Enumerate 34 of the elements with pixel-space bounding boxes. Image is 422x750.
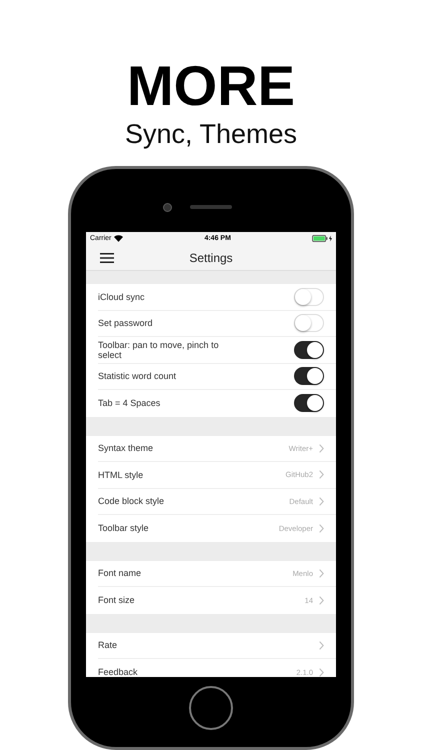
home-button[interactable] bbox=[189, 686, 233, 730]
setting-label: Font size bbox=[98, 595, 135, 606]
battery-icon bbox=[312, 235, 328, 242]
chevron-icon[interactable] bbox=[319, 568, 324, 578]
chevron-icon[interactable] bbox=[319, 470, 324, 480]
chevron-icon[interactable] bbox=[319, 640, 324, 650]
setting-label: Font name bbox=[98, 568, 142, 578]
setting-label: Feedback bbox=[98, 667, 138, 677]
setting-label: iCloud sync bbox=[98, 292, 145, 302]
chevron-icon[interactable] bbox=[319, 444, 324, 453]
subtitle: Sync, Themes bbox=[124, 118, 298, 150]
chevron-icon[interactable] bbox=[319, 496, 324, 506]
toggle-switch[interactable] bbox=[294, 394, 324, 412]
toggle-switch[interactable] bbox=[294, 367, 324, 386]
nav-title: Settings bbox=[188, 250, 234, 264]
setting-label: Toolbar: pan to move, pinch to select bbox=[98, 340, 220, 360]
chevron-icon[interactable] bbox=[319, 596, 324, 605]
chevron-icon[interactable] bbox=[319, 524, 324, 533]
camera-icon bbox=[163, 203, 172, 212]
setting-label: Tab = 4 Spaces bbox=[98, 398, 160, 408]
setting-label: Syntax theme bbox=[98, 443, 154, 454]
charging-icon bbox=[328, 235, 332, 242]
setting-label: Statistic word count bbox=[98, 371, 176, 382]
setting-label: HTML style bbox=[98, 470, 144, 480]
toggle-switch[interactable] bbox=[294, 340, 324, 359]
setting-label: Rate bbox=[98, 640, 118, 650]
setting-label: Set password bbox=[98, 318, 153, 328]
setting-label: Code block style bbox=[98, 496, 164, 506]
setting-label: Toolbar style bbox=[98, 523, 149, 534]
menu-icon[interactable] bbox=[100, 252, 114, 262]
chevron-icon[interactable] bbox=[319, 668, 324, 677]
speaker-icon bbox=[190, 205, 232, 209]
headline: MORE bbox=[127, 58, 295, 114]
wifi-icon bbox=[114, 235, 124, 242]
